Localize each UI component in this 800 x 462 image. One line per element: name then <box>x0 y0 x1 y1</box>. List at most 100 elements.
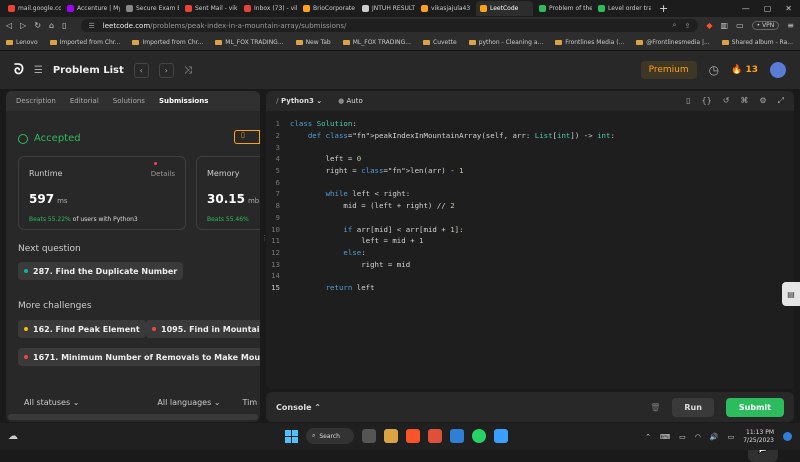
code-line[interactable]: 4 left = 0 <box>266 153 794 165</box>
wifi-icon[interactable]: ◠ <box>695 433 701 441</box>
code-area[interactable]: 1 class Solution: 2 def class="fn">peakInd… <box>266 118 794 293</box>
tab-solutions[interactable]: Solutions <box>113 97 145 105</box>
maximize-icon[interactable]: ▢ <box>764 4 772 13</box>
bookmark-item[interactable]: Cuvette <box>423 39 457 46</box>
sidebar-icon[interactable]: ▥ <box>721 21 729 30</box>
office-icon[interactable] <box>428 429 442 443</box>
taskbar-search[interactable]: ⌕ Search <box>306 428 354 444</box>
reset-icon[interactable]: ↺ <box>723 96 730 106</box>
brave-browser-icon[interactable] <box>406 429 420 443</box>
code-line[interactable]: 13 right = mid <box>266 258 794 270</box>
browser-tab[interactable]: Accenture | My <box>63 1 120 16</box>
browser-tab[interactable]: Problem of the <box>535 1 592 16</box>
tab-submissions[interactable]: Submissions <box>159 97 208 105</box>
battery-icon[interactable]: ▭ <box>728 433 735 441</box>
browser-tab[interactable]: LeetCode <box>476 1 533 16</box>
notification-icon[interactable] <box>783 432 792 441</box>
browser-tab[interactable]: mail.google.co <box>4 1 61 16</box>
streak-counter[interactable]: 🔥 13 <box>731 65 758 75</box>
store-icon[interactable] <box>450 429 464 443</box>
submit-button[interactable]: Submit <box>725 397 784 417</box>
memory-card[interactable]: Memory 30.15 mb Beats 55.46% <box>196 156 260 230</box>
code-line[interactable]: 5 right = class="fn">len(arr) - 1 <box>266 165 794 177</box>
bookmark-item[interactable]: Imported from Chr... <box>49 39 120 46</box>
challenge-link-0[interactable]: 162. Find Peak Element <box>18 320 146 338</box>
minimize-icon[interactable]: — <box>742 4 750 13</box>
shuffle-icon[interactable]: ⤨ <box>184 65 192 76</box>
weather-icon[interactable]: ☁ <box>8 431 18 442</box>
challenge-link-2[interactable]: 1671. Minimum Number of Removals to Make… <box>18 348 260 366</box>
timer-icon[interactable]: ◷ <box>709 63 719 77</box>
wallet-icon[interactable]: ▭ <box>736 21 744 30</box>
code-line[interactable]: 3 <box>266 141 794 153</box>
bookmark-icon[interactable]: ▯ <box>62 21 66 30</box>
close-window-icon[interactable]: ✕ <box>785 4 792 13</box>
reload-icon[interactable]: ↻ <box>34 21 41 30</box>
shortcut-icon[interactable]: ⌘ <box>740 96 748 106</box>
browser-tab[interactable]: BrioCorporate <box>299 1 356 16</box>
forward-icon[interactable]: ▷ <box>20 21 26 30</box>
problem-list-link[interactable]: Problem List <box>53 65 124 76</box>
fullscreen-icon[interactable]: ⤢ <box>778 96 784 106</box>
prev-problem-button[interactable]: ‹ <box>133 62 149 78</box>
share-icon[interactable]: ⇪ <box>684 22 690 30</box>
code-line[interactable]: 12 else: <box>266 247 794 259</box>
bookmark-item[interactable]: Shared album - Ra... <box>721 39 793 46</box>
chevron-up-icon[interactable]: ⌃ <box>645 433 651 441</box>
format-braces-icon[interactable]: {} <box>702 96 712 106</box>
code-line[interactable]: 14 <box>266 270 794 282</box>
task-view-icon[interactable] <box>362 429 376 443</box>
code-line[interactable]: 8 mid = (left + right) // 2 <box>266 200 794 212</box>
language-filter[interactable]: All languages ⌄ <box>157 398 220 407</box>
code-line[interactable]: 9 <box>266 212 794 224</box>
keyboard-icon[interactable]: ⌨ <box>660 433 670 441</box>
console-toggle[interactable]: Console ⌃ <box>276 403 321 412</box>
code-line[interactable]: 11 left = mid + 1 <box>266 235 794 247</box>
editorial-book-icon[interactable]: ▯ <box>234 130 260 144</box>
details-link[interactable]: Details <box>151 170 175 178</box>
auto-mode[interactable]: ● Auto <box>338 97 363 105</box>
menu-icon[interactable]: ≡ <box>787 21 794 30</box>
list-icon[interactable]: ☰ <box>34 65 43 76</box>
bookmark-item[interactable]: Imported from Chr... <box>132 39 203 46</box>
settings-gear-icon[interactable]: ⚙ <box>759 96 766 106</box>
bookmark-item[interactable]: New Tab <box>295 39 331 46</box>
bookmark-item[interactable]: ML_FOX TRADING... <box>342 39 411 46</box>
premium-button[interactable]: Premium <box>640 61 697 79</box>
site-info-icon[interactable]: ☰ <box>89 22 95 30</box>
code-line[interactable]: 2 def class="fn">peakIndexInMountainArra… <box>266 130 794 142</box>
code-line[interactable]: 15 return left <box>266 282 794 294</box>
next-problem-button[interactable]: › <box>158 62 174 78</box>
next-question-link[interactable]: 287. Find the Duplicate Number <box>18 262 184 280</box>
browser-tab[interactable]: Sent Mail - vik <box>181 1 238 16</box>
brave-shield-icon[interactable]: ◆ <box>706 21 712 30</box>
browser-tab[interactable]: vikasjajula43 <box>417 1 474 16</box>
bookmark-item[interactable]: Lenovo <box>6 39 38 46</box>
photos-icon[interactable] <box>494 429 508 443</box>
bookmark-item[interactable]: python - Cleaning a... <box>468 39 543 46</box>
tab-editorial[interactable]: Editorial <box>70 97 99 105</box>
url-field[interactable]: ☰ leetcode.com/problems/peak-index-in-a-… <box>80 19 699 32</box>
home-icon[interactable]: ⌂ <box>49 21 54 30</box>
clock[interactable]: 11:13 PM 7/25/2023 <box>743 429 774 445</box>
horizontal-scrollbar[interactable] <box>8 414 258 420</box>
code-line[interactable]: 6 <box>266 176 794 188</box>
trash-icon[interactable]: 🗑 <box>650 403 660 412</box>
language-selector[interactable]: / Python3 ⌄ <box>276 97 322 105</box>
browser-tab[interactable]: Secure Exam B <box>122 1 179 16</box>
browser-tab[interactable]: Inbox (73) - vik <box>240 1 297 16</box>
code-line[interactable]: 7 while left < right: <box>266 188 794 200</box>
runtime-card[interactable]: Runtime Details 597 ms Beats 55.22% of us… <box>18 156 186 230</box>
challenge-link-1[interactable]: 1095. Find in Mountain <box>146 320 260 338</box>
tab-description[interactable]: Description <box>16 97 56 105</box>
status-filter[interactable]: All statuses ⌄ <box>24 398 79 407</box>
volume-icon[interactable]: 🔊 <box>710 433 719 441</box>
code-line[interactable]: 1 class Solution: <box>266 118 794 130</box>
zoom-icon[interactable]: ⌕ <box>673 21 677 30</box>
vpn-badge[interactable]: • VPN <box>751 21 780 30</box>
new-tab-button[interactable]: + <box>659 2 668 15</box>
whatsapp-icon[interactable] <box>472 429 486 443</box>
bookmark-item[interactable]: @Frontlinesmedia |... <box>636 39 710 46</box>
display-icon[interactable]: ▭ <box>679 433 686 441</box>
browser-tab[interactable]: JNTUH RESULT <box>358 1 415 16</box>
